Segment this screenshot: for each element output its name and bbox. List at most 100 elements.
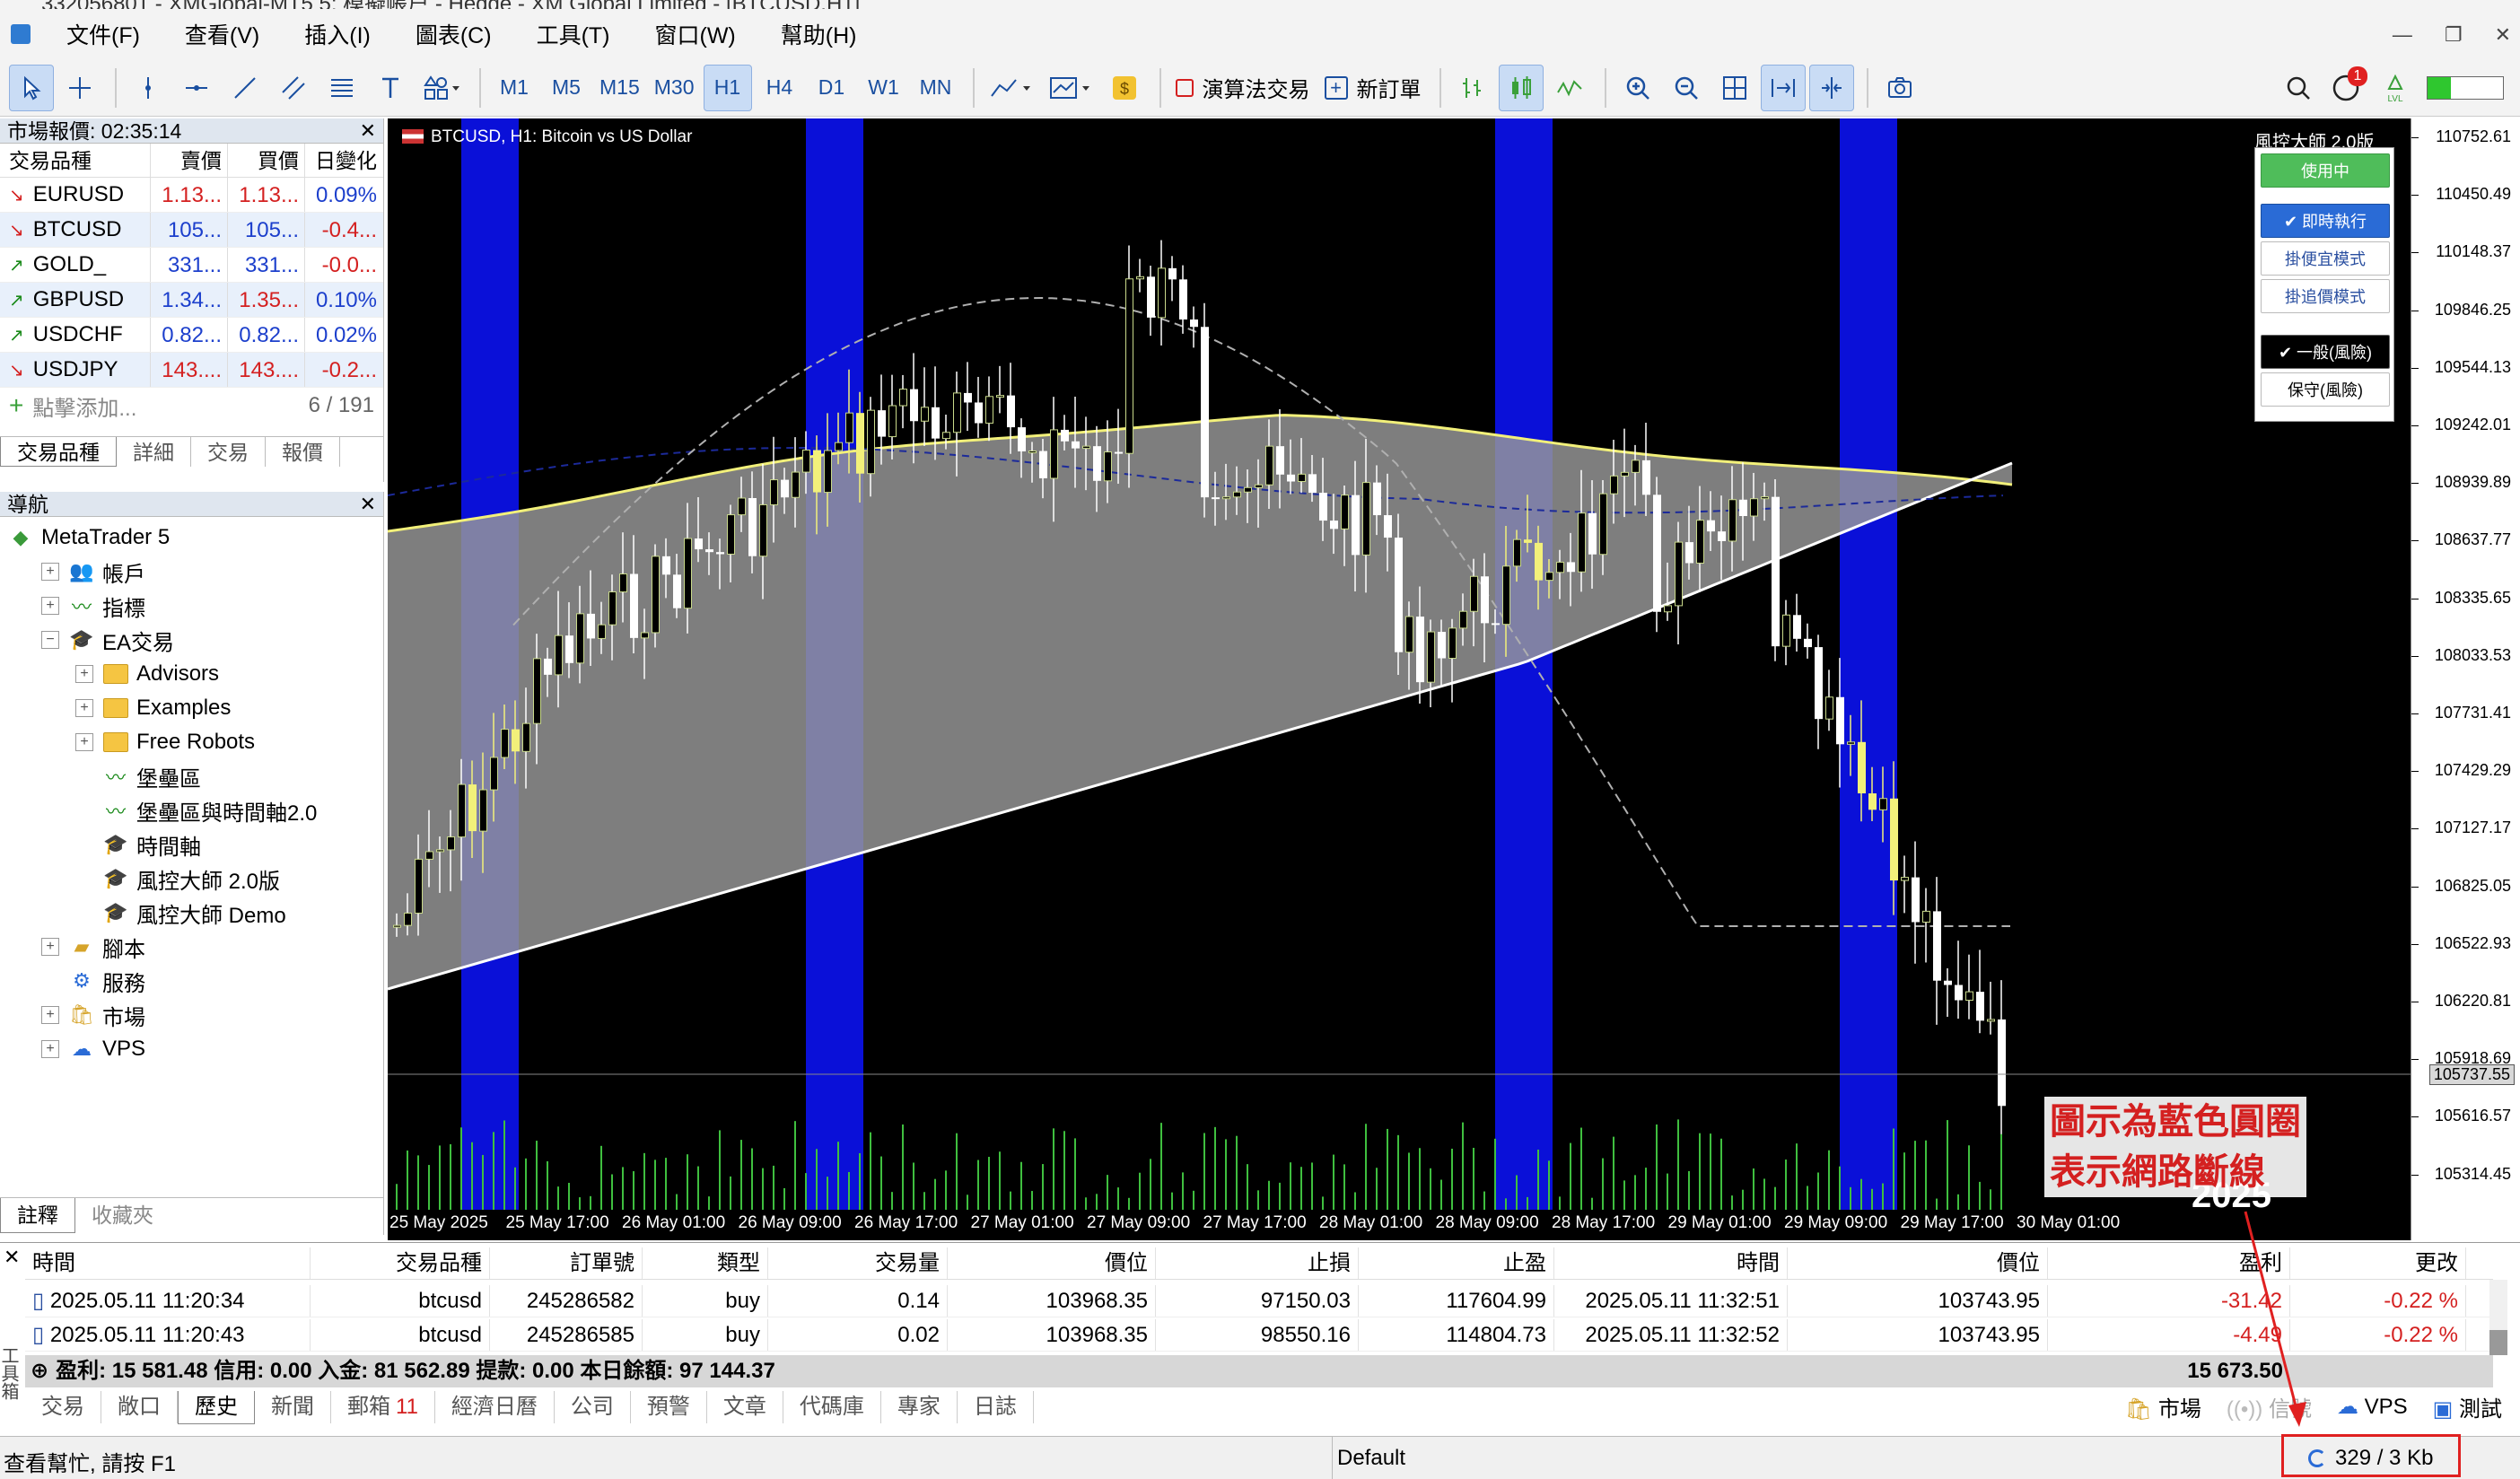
navigator-item[interactable]: + 〰指標 bbox=[0, 589, 383, 623]
history-row[interactable]: ▯ 2025.05.11 11:20:43 btcusd 245286585 buy 0… bbox=[25, 1319, 2493, 1352]
risk-button[interactable]: 保守(風險) bbox=[2261, 372, 2390, 407]
risk-button[interactable]: 掛便宜模式 bbox=[2261, 241, 2390, 276]
history-col-header[interactable]: 交易品種 bbox=[311, 1247, 490, 1279]
timeframe-h4[interactable]: H4 bbox=[756, 65, 804, 111]
mw-tab[interactable]: 報價 bbox=[266, 437, 340, 467]
toolbox-tab[interactable]: 公司 bbox=[555, 1391, 631, 1423]
summary-toggle-icon[interactable]: ⊕ bbox=[31, 1355, 48, 1387]
toolbox-right-item[interactable]: ☁ VPS bbox=[2337, 1394, 2408, 1420]
menu-item[interactable]: 窗口(W) bbox=[646, 18, 745, 50]
navigator-item[interactable]: + 🛍 市場 bbox=[0, 998, 383, 1032]
restore-icon[interactable]: ❐ bbox=[2445, 23, 2463, 47]
trendline-button[interactable] bbox=[223, 65, 267, 111]
history-col-header[interactable]: 盈利 bbox=[2048, 1247, 2290, 1279]
history-col-header[interactable]: 更改 bbox=[2290, 1247, 2466, 1279]
close-icon[interactable]: ✕ bbox=[360, 118, 376, 144]
tile-windows-button[interactable] bbox=[1712, 65, 1757, 111]
menu-item[interactable]: 幫助(H) bbox=[772, 18, 866, 50]
expand-icon[interactable]: + bbox=[75, 733, 93, 751]
risk-button[interactable]: ✔ 一般(風險) bbox=[2261, 335, 2390, 369]
history-col-header[interactable]: 止盈 bbox=[1359, 1247, 1554, 1279]
toolbox-tab[interactable]: 新聞 bbox=[255, 1391, 331, 1423]
navigator-item[interactable]: + ☁ VPS bbox=[0, 1032, 383, 1066]
bar-chart-button[interactable] bbox=[1450, 65, 1495, 111]
expand-icon[interactable]: + bbox=[75, 665, 93, 683]
mw-tab[interactable]: 交易品種 bbox=[0, 437, 117, 467]
add-symbol-row[interactable]: + 點擊添加... 6 / 191 bbox=[0, 388, 383, 424]
navigator-item[interactable]: 🎓 時間軸 bbox=[0, 827, 383, 862]
close-icon[interactable]: ✕ bbox=[2495, 23, 2511, 47]
timeframe-w1[interactable]: W1 bbox=[860, 65, 908, 111]
zoom-in-button[interactable] bbox=[1615, 65, 1660, 111]
chart-canvas[interactable] bbox=[388, 118, 2411, 1240]
risk-button[interactable]: ✔ 即時執行 bbox=[2261, 204, 2390, 238]
line-chart-button[interactable] bbox=[1547, 65, 1592, 111]
horizontal-line-button[interactable] bbox=[174, 65, 219, 111]
toolbox-tab[interactable]: 日誌 bbox=[958, 1391, 1034, 1423]
expand-icon[interactable]: + bbox=[75, 699, 93, 717]
chart-shift-button[interactable] bbox=[1808, 64, 1854, 111]
mw-tab[interactable]: 詳細 bbox=[117, 437, 191, 467]
toolbox-right-item[interactable]: ((•)) 信號 bbox=[2227, 1391, 2312, 1422]
history-col-header[interactable]: 訂單號 bbox=[490, 1247, 643, 1279]
mw-col-header[interactable]: 買價 bbox=[228, 144, 305, 177]
expand-icon[interactable]: + bbox=[41, 597, 59, 615]
history-col-header[interactable]: 時間 bbox=[25, 1247, 311, 1279]
candle-chart-button[interactable] bbox=[1498, 64, 1544, 111]
minimize-icon[interactable]: — bbox=[2393, 23, 2412, 47]
navigator-item[interactable]: 〰堡壘區 bbox=[0, 759, 383, 793]
notifications-button[interactable]: 1 bbox=[2324, 65, 2369, 111]
history-col-header[interactable]: 交易量 bbox=[768, 1247, 948, 1279]
screenshot-button[interactable] bbox=[1877, 65, 1922, 111]
toolbox-tab[interactable]: 敞口 bbox=[101, 1391, 178, 1423]
zoom-out-button[interactable] bbox=[1664, 65, 1709, 111]
toolbox-right-item[interactable]: 🛍 市場 bbox=[2125, 1391, 2201, 1422]
navigator-item[interactable]: ⚙ 服務 bbox=[0, 964, 383, 998]
toolbox-tab[interactable]: 郵箱 11 bbox=[331, 1391, 435, 1423]
algo-trading-button[interactable]: 演算法交易 bbox=[1170, 65, 1316, 111]
menu-item[interactable]: 文件(F) bbox=[57, 18, 149, 50]
timeframe-m5[interactable]: M5 bbox=[542, 65, 591, 111]
risk-button[interactable]: 掛追價模式 bbox=[2261, 279, 2390, 313]
expand-icon[interactable]: + bbox=[41, 563, 59, 581]
navigator-item[interactable]: + Examples bbox=[0, 691, 383, 725]
fibo-button[interactable] bbox=[319, 65, 364, 111]
collapse-icon[interactable]: − bbox=[41, 631, 59, 649]
menu-item[interactable]: 插入(I) bbox=[295, 18, 380, 50]
navigator-item[interactable]: 🎓 風控大師 Demo bbox=[0, 896, 383, 930]
vertical-line-button[interactable] bbox=[126, 65, 171, 111]
navigator-item[interactable]: + 👥 帳戶 bbox=[0, 555, 383, 589]
navigator-item[interactable]: + ▰ 腳本 bbox=[0, 930, 383, 964]
close-icon[interactable]: ✕ bbox=[4, 1246, 20, 1269]
timeframe-m1[interactable]: M1 bbox=[490, 65, 538, 111]
history-col-header[interactable]: 類型 bbox=[643, 1247, 768, 1279]
market-watch-row[interactable]: ↘ BTCUSD 105... 105... -0.4... bbox=[0, 213, 383, 248]
history-col-header[interactable]: 價位 bbox=[1788, 1247, 2048, 1279]
menu-item[interactable]: 查看(V) bbox=[176, 18, 268, 50]
expand-icon[interactable]: + bbox=[41, 1040, 59, 1058]
toolbox-tab[interactable]: 文章 bbox=[707, 1391, 783, 1423]
shapes-button[interactable] bbox=[416, 65, 467, 111]
menu-item[interactable]: 工具(T) bbox=[528, 18, 619, 50]
mw-col-header[interactable]: 賣價 bbox=[151, 144, 228, 177]
navigator-tab[interactable]: 註釋 bbox=[0, 1198, 75, 1233]
history-col-header[interactable]: 止損 bbox=[1156, 1247, 1359, 1279]
market-watch-row[interactable]: ↗ USDCHF 0.82... 0.82... 0.02% bbox=[0, 318, 383, 353]
chart-window[interactable]: BTCUSD, H1: Bitcoin vs US Dollar 25 May … bbox=[388, 118, 2520, 1240]
toolbox-tab[interactable]: 經濟日曆 bbox=[435, 1391, 555, 1423]
timeframe-m30[interactable]: M30 bbox=[649, 65, 700, 111]
navigator-item[interactable]: + Free Robots bbox=[0, 725, 383, 759]
toolbox-tab[interactable]: 歷史 bbox=[178, 1390, 255, 1424]
indicators-button[interactable] bbox=[1043, 65, 1098, 111]
timeframe-d1[interactable]: D1 bbox=[808, 65, 856, 111]
mw-col-header[interactable]: 日變化 bbox=[305, 144, 382, 177]
toolbox-tab[interactable]: 交易 bbox=[25, 1391, 101, 1423]
timeframe-mn[interactable]: MN bbox=[912, 65, 960, 111]
autoscroll-button[interactable] bbox=[1760, 64, 1806, 111]
history-scrollbar[interactable] bbox=[2489, 1280, 2507, 1355]
new-order-button[interactable]: + 新訂單 bbox=[1319, 65, 1427, 111]
market-watch-row[interactable]: ↘ USDJPY 143.... 143.... -0.2... bbox=[0, 353, 383, 388]
timeframe-m15[interactable]: M15 bbox=[594, 65, 645, 111]
navigator-tab[interactable]: 收藏夾 bbox=[75, 1198, 170, 1233]
toolbox-tab[interactable]: 代碼庫 bbox=[783, 1391, 881, 1423]
